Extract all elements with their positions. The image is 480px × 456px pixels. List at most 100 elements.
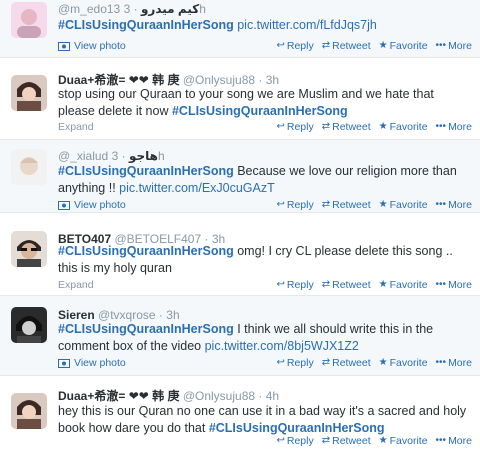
favorite-button[interactable]: ★ Favorite: [379, 357, 428, 369]
reply-button[interactable]: ↩ Reply: [276, 279, 313, 291]
user-fullname[interactable]: Sieren: [58, 308, 95, 322]
reply-button[interactable]: ↩ Reply: [276, 357, 313, 369]
reply-arrow-icon: ↩: [276, 435, 285, 446]
more-button[interactable]: ••• More: [436, 279, 472, 291]
hashtag-link[interactable]: #CLIsUsingQuraanInHerSong: [58, 322, 234, 336]
favorite-label: Favorite: [389, 40, 428, 52]
hashtag-link[interactable]: #CLIsUsingQuraanInHerSong: [172, 104, 348, 118]
reply-button[interactable]: ↩ Reply: [276, 199, 313, 211]
separator: ·: [133, 2, 138, 16]
tweet-text: stop using our Quraan to your song we ar…: [58, 86, 470, 120]
user-fullname[interactable]: Duaa+希澈= ❤❤ 韩 庚: [58, 73, 179, 87]
photo-url-link[interactable]: pic.twitter.com/ExJ0cuGAzT: [119, 181, 275, 195]
view-photo-label: View photo: [74, 40, 126, 52]
photo-icon: [58, 359, 70, 368]
retweet-icon: ⇄: [321, 357, 331, 368]
more-button[interactable]: ••• More: [436, 40, 472, 52]
tweet[interactable]: @m_edo13 كيم ميدرو · 3h #CLIsUsingQuraan…: [0, 0, 480, 58]
tweet-text: #CLIsUsingQuraanInHerSong omg! I cry CL …: [58, 243, 470, 277]
tweet[interactable]: Duaa+希澈= ❤❤ 韩 庚 @Onlysuju88 · 4h hey thi…: [0, 376, 480, 456]
favorite-button[interactable]: ★ Favorite: [379, 279, 428, 291]
favorite-label: Favorite: [389, 279, 428, 291]
favorite-button[interactable]: ★ Favorite: [379, 435, 428, 447]
avatar[interactable]: [11, 149, 47, 185]
reply-arrow-icon: ↩: [276, 279, 285, 290]
tweet-header: Sieren @tvxqrose · 3h: [58, 308, 180, 322]
reply-label: Reply: [286, 279, 314, 291]
favorite-button[interactable]: ★ Favorite: [379, 40, 428, 52]
reply-button[interactable]: ↩ Reply: [276, 40, 313, 52]
favorite-label: Favorite: [389, 435, 428, 447]
reply-button[interactable]: ↩ Reply: [276, 121, 313, 133]
ellipsis-icon: •••: [435, 199, 447, 210]
favorite-button[interactable]: ★ Favorite: [379, 121, 428, 133]
more-button[interactable]: ••• More: [436, 357, 472, 369]
user-handle[interactable]: @Onlysuju88: [183, 73, 255, 87]
expand-link[interactable]: Expand: [58, 121, 94, 133]
retweet-button[interactable]: ⇄ Retweet: [322, 40, 371, 52]
star-icon: ★: [378, 279, 388, 290]
favorite-label: Favorite: [389, 357, 428, 369]
tweet[interactable]: BETO407 @BETOELF407 · 3h #CLIsUsingQuraa…: [0, 213, 480, 296]
hashtag-link[interactable]: #CLIsUsingQuraanInHerSong: [209, 421, 385, 435]
hashtag-link[interactable]: #CLIsUsingQuraanInHerSong: [58, 164, 234, 178]
separator: ·: [158, 308, 163, 322]
user-fullname[interactable]: كيم ميدرو: [141, 2, 199, 16]
retweet-button[interactable]: ⇄ Retweet: [322, 199, 371, 211]
reply-button[interactable]: ↩ Reply: [276, 435, 313, 447]
view-photo-link[interactable]: View photo: [58, 357, 126, 369]
view-photo-label: View photo: [74, 357, 126, 369]
favorite-button[interactable]: ★ Favorite: [379, 199, 428, 211]
avatar[interactable]: [11, 75, 47, 111]
user-handle[interactable]: @_xialud: [58, 149, 108, 163]
tweet-header: @m_edo13 كيم ميدرو · 3h: [58, 2, 206, 16]
reply-arrow-icon: ↩: [276, 357, 285, 368]
user-handle[interactable]: @m_edo13: [58, 2, 120, 16]
user-fullname[interactable]: هاجو: [129, 149, 158, 163]
tweet-timestamp[interactable]: 3h: [266, 73, 279, 87]
view-photo-link[interactable]: View photo: [58, 40, 126, 52]
user-fullname[interactable]: Duaa+希澈= ❤❤ 韩 庚: [58, 389, 179, 403]
retweet-label: Retweet: [332, 40, 371, 52]
tweet-timestamp[interactable]: 3h: [166, 308, 179, 322]
tweet[interactable]: Duaa+希澈= ❤❤ 韩 庚 @Onlysuju88 · 3h stop us…: [0, 67, 480, 140]
avatar[interactable]: [11, 393, 47, 429]
retweet-icon: ⇄: [321, 40, 331, 51]
user-handle[interactable]: @tvxqrose: [98, 308, 156, 322]
view-photo-link[interactable]: View photo: [58, 199, 126, 211]
photo-url-link[interactable]: pic.twitter.com/8bj5WJX1Z2: [205, 339, 359, 353]
star-icon: ★: [378, 435, 388, 446]
ellipsis-icon: •••: [435, 121, 447, 132]
more-label: More: [448, 199, 472, 211]
retweet-button[interactable]: ⇄ Retweet: [322, 121, 371, 133]
separator: ·: [258, 73, 263, 87]
user-handle[interactable]: @Onlysuju88: [183, 389, 255, 403]
retweet-button[interactable]: ⇄ Retweet: [322, 435, 371, 447]
reply-label: Reply: [286, 435, 314, 447]
reply-arrow-icon: ↩: [276, 199, 285, 210]
retweet-icon: ⇄: [321, 199, 331, 210]
tweet[interactable]: Sieren @tvxqrose · 3h #CLIsUsingQuraanIn…: [0, 296, 480, 376]
retweet-label: Retweet: [332, 121, 371, 133]
tweet-header: Duaa+希澈= ❤❤ 韩 庚 @Onlysuju88 · 4h: [58, 389, 279, 403]
more-button[interactable]: ••• More: [436, 199, 472, 211]
retweet-icon: ⇄: [321, 121, 331, 132]
retweet-button[interactable]: ⇄ Retweet: [322, 357, 371, 369]
expand-link[interactable]: Expand: [58, 279, 94, 291]
more-label: More: [448, 435, 472, 447]
more-button[interactable]: ••• More: [436, 121, 472, 133]
photo-url-link[interactable]: pic.twitter.com/fLfdJqs7jh: [237, 18, 377, 32]
avatar[interactable]: [11, 2, 47, 38]
hashtag-link[interactable]: #CLIsUsingQuraanInHerSong: [58, 244, 234, 258]
ellipsis-icon: •••: [435, 357, 447, 368]
expand-label: Expand: [58, 279, 94, 291]
tweet-timestamp[interactable]: 4h: [266, 389, 279, 403]
avatar[interactable]: [11, 231, 47, 267]
retweet-button[interactable]: ⇄ Retweet: [322, 279, 371, 291]
hashtag-link[interactable]: #CLIsUsingQuraanInHerSong: [58, 18, 234, 32]
tweet[interactable]: @_xialud هاجو · 3h #CLIsUsingQuraanInHer…: [0, 140, 480, 213]
retweet-icon: ⇄: [321, 435, 331, 446]
more-button[interactable]: ••• More: [436, 435, 472, 447]
avatar[interactable]: [11, 307, 47, 343]
tweet-actions: ↩ Reply ⇄ Retweet ★ Favorite ••• More: [276, 435, 472, 447]
